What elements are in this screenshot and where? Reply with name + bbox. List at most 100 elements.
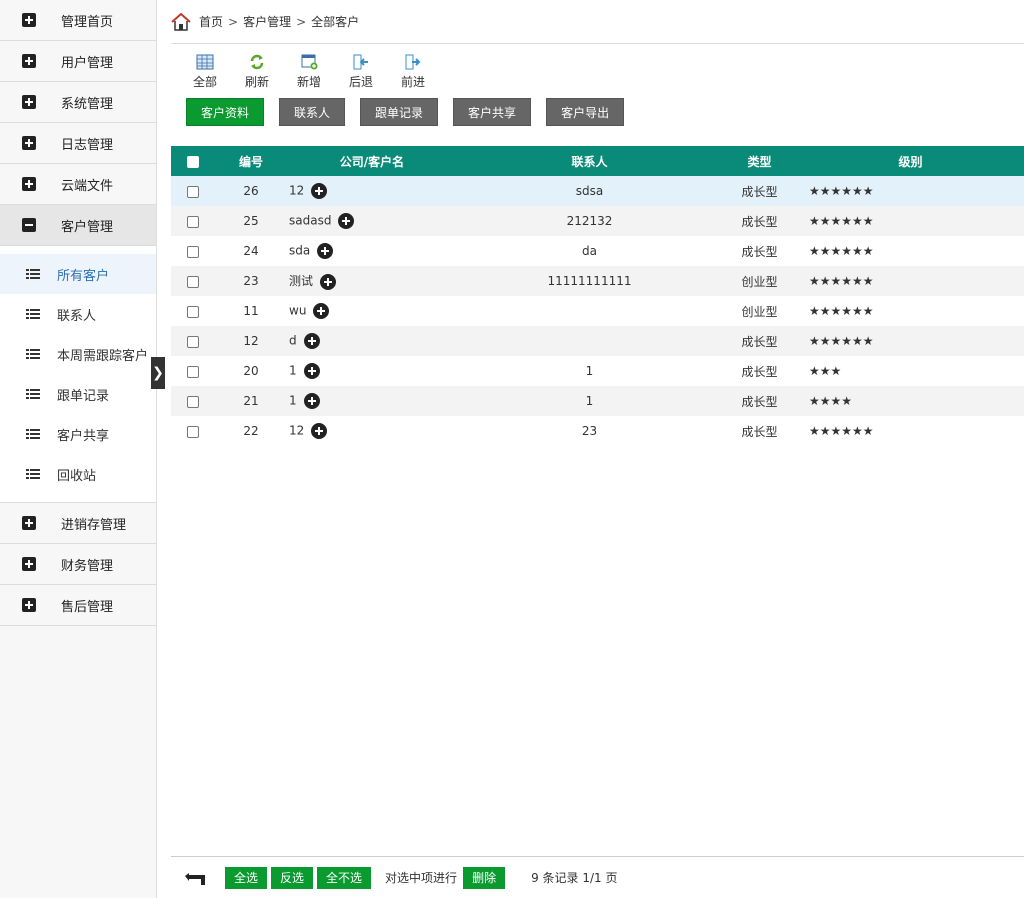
cell-name: d	[289, 333, 297, 348]
menu-item-logs[interactable]: 日志管理	[0, 123, 156, 164]
sidebar-collapse-handle[interactable]: ❯	[151, 357, 165, 389]
breadcrumb-home[interactable]: 首页	[199, 13, 223, 30]
cell-contact: 23	[581, 424, 598, 438]
table-row[interactable]: 23 测试 11111111111 创业型 ★★★★★★	[171, 266, 1024, 296]
table-row[interactable]: 21 1 1 成长型 ★★★★	[171, 386, 1024, 416]
add-button[interactable]: 新增	[283, 54, 335, 90]
delete-button[interactable]: 删除	[463, 866, 506, 889]
cell-name: 12	[289, 183, 305, 198]
header-level[interactable]: 级别	[797, 146, 1024, 176]
row-checkbox[interactable]	[187, 275, 199, 288]
menu-item-customers[interactable]: 客户管理	[0, 205, 156, 246]
expand-plus-icon[interactable]	[303, 333, 320, 349]
refresh-button[interactable]: 刷新	[231, 54, 283, 90]
cell-level: ★★★★	[809, 394, 853, 408]
menu-item-system[interactable]: 系统管理	[0, 82, 156, 123]
header-contact[interactable]: 联系人	[457, 146, 722, 176]
menu-item-after-sales[interactable]: 售后管理	[0, 585, 156, 626]
sub-item-customer-share[interactable]: 客户共享	[0, 414, 156, 454]
expand-plus-icon[interactable]	[311, 183, 328, 199]
plus-box-icon	[22, 516, 36, 530]
sidebar: 管理首页 用户管理 系统管理 日志管理 云端文件 客户管理 所有客户 联系人 本…	[0, 0, 157, 898]
cell-contact: 1	[585, 394, 594, 408]
select-all-checkbox[interactable]	[187, 155, 199, 168]
select-none-button[interactable]: 全不选	[317, 866, 372, 889]
back-label: 后退	[348, 75, 373, 89]
forward-button[interactable]: 前进	[387, 54, 439, 90]
menu-item-cloud-files[interactable]: 云端文件	[0, 164, 156, 205]
header-id[interactable]: 编号	[215, 146, 287, 176]
table-row[interactable]: 26 12 sdsa 成长型 ★★★★★★	[171, 176, 1024, 206]
table-row[interactable]: 25 sadasd 212132 成长型 ★★★★★★	[171, 206, 1024, 236]
cell-contact	[457, 296, 722, 326]
tab-customer-share[interactable]: 客户共享	[453, 98, 532, 126]
sub-item-follow-records[interactable]: 跟单记录	[0, 374, 156, 414]
expand-plus-icon[interactable]	[338, 213, 355, 229]
bulk-action-text: 对选中项进行	[385, 871, 458, 885]
breadcrumb-separator: >	[296, 14, 307, 29]
table-row[interactable]: 22 12 23 成长型 ★★★★★★	[171, 416, 1024, 446]
plus-box-icon	[22, 557, 36, 571]
return-arrow-icon[interactable]	[181, 870, 207, 886]
table-row[interactable]: 12 d 成长型 ★★★★★★	[171, 326, 1024, 356]
cell-id: 23	[243, 274, 259, 288]
all-button[interactable]: 全部	[179, 54, 231, 90]
menu-item-label: 日志管理	[61, 137, 114, 153]
sub-item-label: 客户共享	[57, 428, 110, 444]
cell-name: 12	[289, 423, 305, 438]
header-name[interactable]: 公司/客户名	[287, 146, 457, 176]
menu-item-label: 管理首页	[61, 14, 114, 30]
customers-submenu: 所有客户 联系人 本周需跟踪客户 跟单记录 客户共享 回收站	[0, 246, 156, 503]
expand-plus-icon[interactable]	[320, 273, 337, 290]
row-checkbox[interactable]	[187, 365, 199, 378]
plus-box-icon	[22, 13, 36, 27]
sub-item-all-customers[interactable]: 所有客户	[0, 254, 156, 294]
expand-plus-icon[interactable]	[311, 423, 328, 439]
cell-id: 26	[243, 184, 259, 198]
select-all-button[interactable]: 全选	[225, 866, 268, 889]
row-checkbox[interactable]	[187, 425, 199, 438]
menu-item-users[interactable]: 用户管理	[0, 41, 156, 82]
row-checkbox[interactable]	[187, 395, 199, 408]
row-checkbox[interactable]	[187, 335, 199, 348]
row-checkbox[interactable]	[187, 245, 199, 258]
table-row[interactable]: 20 1 1 成长型 ★★★	[171, 356, 1024, 386]
cell-contact: da	[582, 244, 597, 258]
sub-item-weekly-tracking[interactable]: 本周需跟踪客户	[0, 334, 156, 374]
menu-item-label: 客户管理	[61, 219, 114, 235]
back-button[interactable]: 后退	[335, 54, 387, 90]
row-checkbox[interactable]	[187, 185, 199, 198]
home-icon[interactable]	[171, 12, 191, 31]
tab-contacts[interactable]: 联系人	[279, 98, 346, 126]
breadcrumb-separator: >	[228, 14, 239, 29]
header-type[interactable]: 类型	[722, 146, 797, 176]
tab-customer-export[interactable]: 客户导出	[546, 98, 625, 126]
sub-item-label: 本周需跟踪客户	[57, 348, 149, 364]
row-checkbox[interactable]	[187, 305, 199, 318]
menu-item-finance[interactable]: 财务管理	[0, 544, 156, 585]
invert-selection-button[interactable]: 反选	[271, 866, 314, 889]
sub-item-contacts[interactable]: 联系人	[0, 294, 156, 334]
list-icon	[26, 468, 40, 480]
menu-item-label: 财务管理	[61, 558, 114, 574]
row-checkbox[interactable]	[187, 215, 199, 228]
expand-plus-icon[interactable]	[313, 303, 330, 319]
expand-plus-icon[interactable]	[317, 243, 334, 259]
grid-icon	[196, 54, 214, 70]
tab-follow-records[interactable]: 跟单记录	[360, 98, 439, 126]
refresh-label: 刷新	[244, 75, 269, 89]
tab-customer-info[interactable]: 客户资料	[186, 98, 265, 126]
cell-level: ★★★★★★	[809, 214, 874, 228]
breadcrumb-customers[interactable]: 客户管理	[243, 13, 291, 30]
cell-level: ★★★★★★	[809, 274, 874, 288]
cell-level: ★★★	[809, 364, 842, 378]
menu-item-home[interactable]: 管理首页	[0, 0, 156, 41]
table-row[interactable]: 11 wu 创业型 ★★★★★★	[171, 296, 1024, 326]
sub-item-label: 所有客户	[57, 268, 110, 284]
expand-plus-icon[interactable]	[303, 363, 320, 379]
expand-plus-icon[interactable]	[303, 393, 320, 409]
sub-item-label: 跟单记录	[57, 388, 110, 404]
sub-item-recycle-bin[interactable]: 回收站	[0, 454, 156, 494]
menu-item-inventory[interactable]: 进销存管理	[0, 503, 156, 544]
table-row[interactable]: 24 sda da 成长型 ★★★★★★	[171, 236, 1024, 266]
